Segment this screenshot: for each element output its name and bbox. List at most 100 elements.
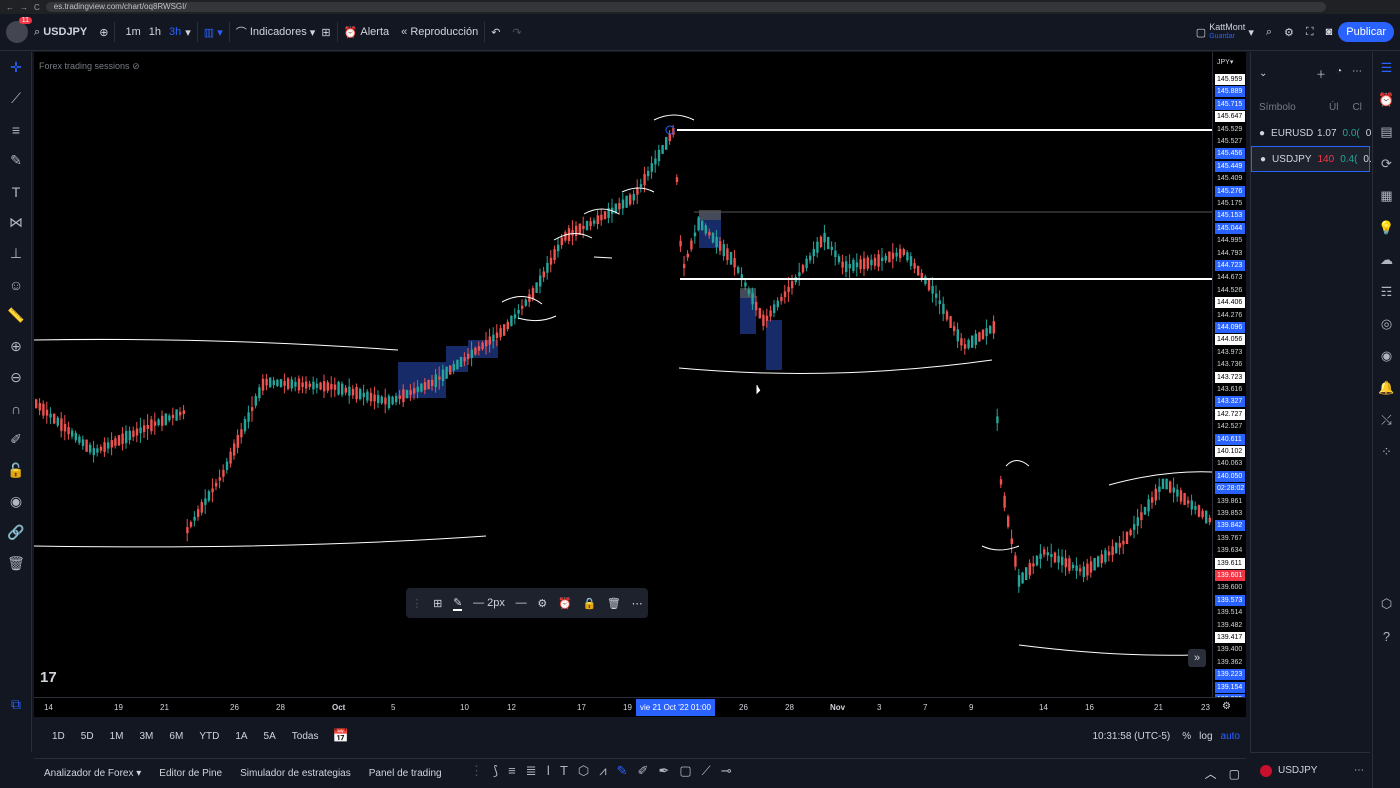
line-icon[interactable]: ⟋ xyxy=(702,763,711,779)
symbol-details-bar[interactable]: USDJPY ⋯ xyxy=(1250,752,1370,788)
vertical-line-icon[interactable]: ǀ xyxy=(547,763,550,779)
quick-search-icon[interactable]: ⌕ xyxy=(1260,14,1278,51)
alert-button[interactable]: ⏰ Alerta xyxy=(338,14,396,51)
pen-icon[interactable]: ✒ xyxy=(658,763,669,779)
emoji-icon[interactable]: ☺ xyxy=(0,269,32,300)
avatar[interactable]: 11 xyxy=(6,17,32,43)
scroll-to-latest-button[interactable]: » xyxy=(1188,649,1206,667)
template-icon[interactable]: ⊞ xyxy=(433,597,442,610)
clock[interactable]: 10:31:58 (UTC-5) xyxy=(1092,731,1170,742)
watchlist-icon[interactable]: ☰ xyxy=(1373,52,1400,84)
maximize-icon[interactable]: ▢ xyxy=(1229,767,1240,781)
text-icon[interactable]: T xyxy=(0,176,32,207)
pine-icon[interactable]: ⬡ xyxy=(1373,588,1400,620)
col-last[interactable]: Úl xyxy=(1329,102,1338,113)
ideas-icon[interactable]: 💡 xyxy=(1373,212,1400,244)
trading-icon[interactable]: ⤯ xyxy=(1373,404,1400,436)
fullscreen-icon[interactable]: ⛶ xyxy=(1300,14,1320,51)
rectangle-icon[interactable]: ▢ xyxy=(679,763,691,779)
replay-button[interactable]: « Reproducción xyxy=(395,14,484,51)
back-icon[interactable]: ← xyxy=(6,3,14,12)
settings-icon[interactable]: ⚙ xyxy=(1278,14,1300,51)
session-zone[interactable] xyxy=(766,320,782,370)
time-axis[interactable]: 14 19 21 26 28 Oct 5 10 12 17 19 26 28 Nov 3 7 9 14 16 21 23… xyxy=(34,697,1246,717)
arc-drawing[interactable] xyxy=(1108,471,1212,486)
url-field[interactable]: es.tradingview.com/chart/oq8RWSGI/ xyxy=(45,2,1326,12)
chart-settings-icon[interactable]: ⚙ xyxy=(1222,701,1231,712)
settings-icon[interactable]: ⚙ xyxy=(537,597,547,610)
arc-drawing[interactable] xyxy=(1018,644,1195,656)
range-button[interactable]: Todas xyxy=(292,731,319,742)
help-icon[interactable]: ? xyxy=(1373,620,1400,652)
line-style-icon[interactable]: — xyxy=(516,597,527,609)
snapshot-icon[interactable]: ◙ xyxy=(1320,14,1339,51)
streams-icon[interactable]: ☁ xyxy=(1373,244,1400,276)
zoom-out-icon[interactable]: ⊖ xyxy=(0,362,32,393)
auto-toggle[interactable]: auto xyxy=(1221,731,1240,742)
symbol-search[interactable]: ⌕ USDJPY xyxy=(28,14,93,51)
range-button[interactable]: 5D xyxy=(81,731,94,742)
range-button[interactable]: 3M xyxy=(140,731,154,742)
curve-icon[interactable]: ⟆ xyxy=(493,763,498,779)
bottom-tab[interactable]: Simulador de estrategias xyxy=(240,768,351,779)
bottom-tab[interactable]: Panel de trading xyxy=(369,768,442,779)
log-toggle[interactable]: log xyxy=(1199,731,1212,742)
arc-drawing[interactable] xyxy=(34,535,487,548)
broadcast-icon[interactable]: ◎ xyxy=(1373,308,1400,340)
pattern-icon[interactable]: ⋈ xyxy=(0,207,32,238)
zoom-in-icon[interactable]: ⊕ xyxy=(0,331,32,362)
more-icon[interactable]: ⋯ xyxy=(1354,765,1364,776)
brush-icon[interactable]: ✎ xyxy=(0,145,32,176)
chevron-down-icon[interactable]: ▾ xyxy=(185,26,191,39)
visibility-icon[interactable]: ◉ xyxy=(0,486,32,517)
range-button[interactable]: 1D xyxy=(52,731,65,742)
shape-icon[interactable]: ⬡ xyxy=(578,763,589,779)
add-symbol-icon[interactable]: ＋ xyxy=(1316,66,1326,81)
alerts-icon[interactable]: ⏰ xyxy=(1373,84,1400,116)
fib-icon[interactable]: ≡ xyxy=(0,114,32,145)
range-button[interactable]: 6M xyxy=(169,731,183,742)
tradingview-logo[interactable]: 17 xyxy=(40,669,57,686)
chat-icon[interactable]: ☶ xyxy=(1373,276,1400,308)
data-window-icon[interactable]: ▤ xyxy=(1373,116,1400,148)
lock-drawing-icon[interactable]: ✐ xyxy=(0,424,32,455)
interval-button[interactable]: 1m xyxy=(125,26,140,38)
col-symbol[interactable]: Símbolo xyxy=(1259,102,1315,113)
arc-drawing[interactable] xyxy=(981,545,1020,551)
arc-drawing[interactable] xyxy=(1005,460,1030,467)
fib-retracement-icon[interactable]: ≡ xyxy=(508,763,516,779)
highlighter-icon[interactable]: ✐ xyxy=(638,763,649,779)
arc-drawing[interactable] xyxy=(653,114,695,121)
trash-icon[interactable]: 🗑 xyxy=(0,548,32,579)
layout-icon[interactable]: ◔ xyxy=(1336,66,1342,81)
list-dropdown-icon[interactable]: ⌄ xyxy=(1259,68,1267,79)
text-tool-icon[interactable]: T xyxy=(560,763,568,779)
range-button[interactable]: 1M xyxy=(110,731,124,742)
range-button[interactable]: YTD xyxy=(199,731,219,742)
radio-icon[interactable]: ◉ xyxy=(1373,340,1400,372)
grip-icon[interactable]: ⋮ xyxy=(411,597,422,610)
lock-icon[interactable]: 🔒 xyxy=(582,597,596,610)
more-icon[interactable]: ⋯ xyxy=(632,597,643,610)
object-tree-icon[interactable]: ⧉ xyxy=(0,689,32,720)
reload-icon[interactable]: C xyxy=(34,3,40,12)
indicators-button[interactable]: ⌒ Indicadores ▾ ⊞ xyxy=(230,14,337,51)
gann-icon[interactable]: ≣ xyxy=(526,763,537,779)
collapse-icon[interactable]: ︿ xyxy=(1205,765,1217,782)
arc-drawing[interactable] xyxy=(34,338,399,351)
compare-button[interactable]: ⊕ xyxy=(93,14,114,51)
undo-button[interactable]: ↶ xyxy=(485,14,506,51)
price-axis[interactable]: JPY▾ 145.959 145.889 145.715 145.647 145.529… xyxy=(1212,52,1246,697)
notifications-icon[interactable]: 🔔 xyxy=(1373,372,1400,404)
publish-button[interactable]: Publicar xyxy=(1338,22,1394,42)
brush-tool-icon[interactable]: ✎ xyxy=(617,763,628,779)
watchlist-row[interactable]: ● USDJPY 140 0.4(0.3 xyxy=(1251,146,1377,172)
interval-button[interactable]: 1h xyxy=(149,26,161,38)
link-icon[interactable]: 🔗 xyxy=(0,517,32,548)
arc-drawing[interactable] xyxy=(593,256,613,259)
arc-drawing[interactable] xyxy=(678,359,993,374)
interval-button[interactable]: 3h xyxy=(169,26,181,38)
alert-icon[interactable]: ⏰ xyxy=(558,597,572,610)
goto-date-icon[interactable]: 📅 xyxy=(332,728,348,744)
magnet-icon[interactable]: ∩ xyxy=(0,393,32,424)
